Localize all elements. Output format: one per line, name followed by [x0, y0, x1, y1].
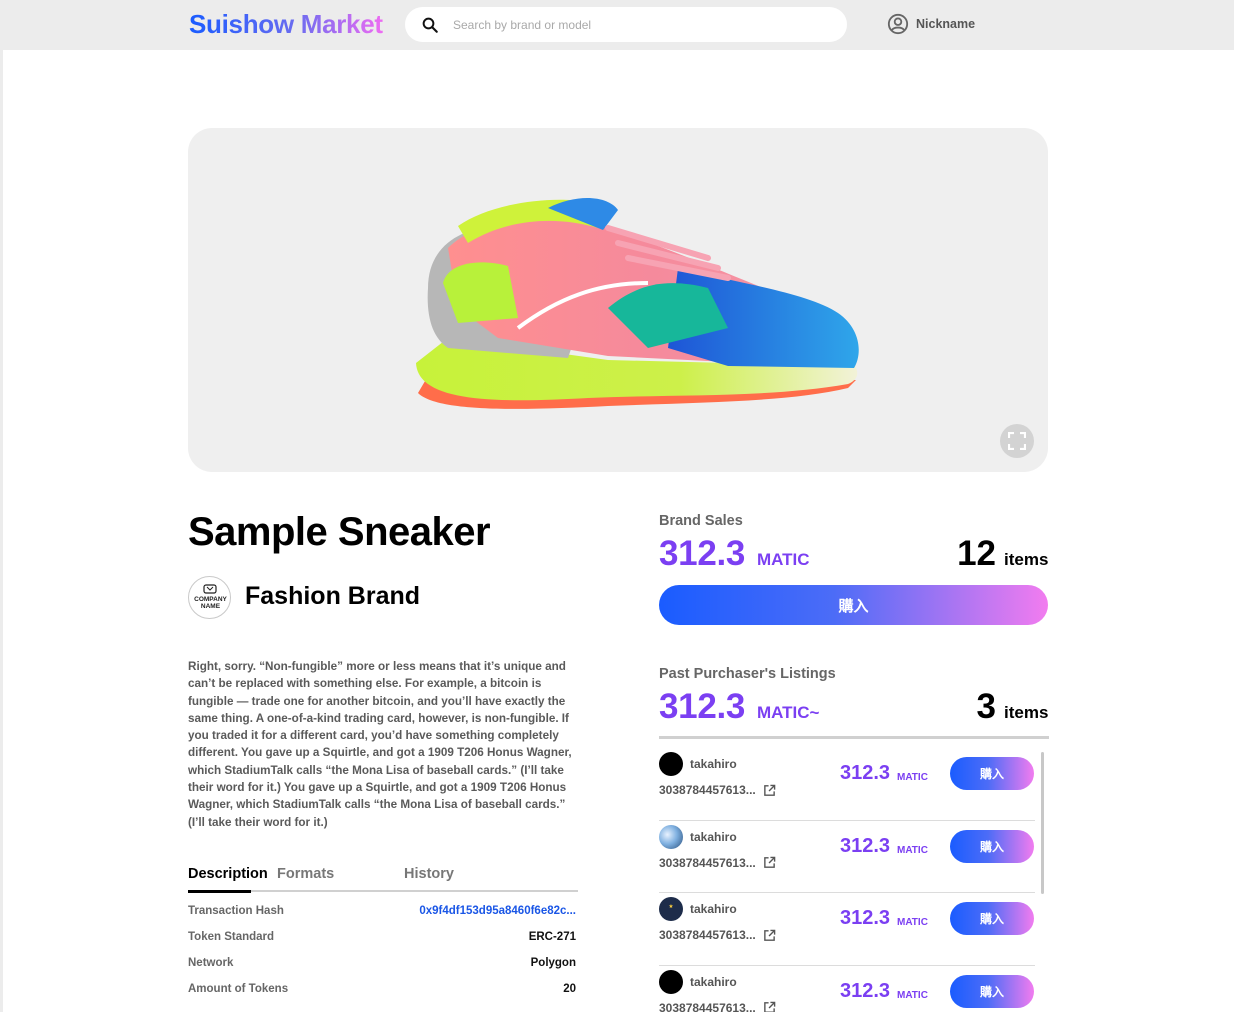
page-left-border [0, 50, 3, 1012]
brand-name[interactable]: Fashion Brand [245, 582, 420, 611]
listing-unit: MATIC [897, 917, 928, 928]
external-link-icon[interactable] [763, 929, 776, 942]
detail-label: Token Standard [188, 931, 275, 943]
product-description: Right, sorry. “Non-fungible” more or les… [188, 660, 572, 829]
listing-price: 312.3 [840, 979, 891, 1002]
avatar-mark: ★ [668, 904, 674, 910]
past-listings-price: 312.3 [659, 687, 746, 726]
detail-value: ERC-271 [528, 931, 576, 943]
user-menu[interactable]: Nickname [887, 13, 975, 35]
user-avatar[interactable]: ★ [659, 897, 683, 921]
listing-username[interactable]: takahiro [690, 975, 737, 989]
listings-scrollbar[interactable] [1041, 752, 1044, 894]
listing-address: 3038784457613... [659, 856, 776, 870]
external-link-icon[interactable] [763, 1001, 776, 1012]
detail-label: Network [188, 957, 234, 969]
brand-sales-unit: MATIC [757, 550, 810, 569]
listing-unit: MATIC [897, 989, 928, 1001]
past-listings-label: Past Purchaser's Listings [659, 666, 836, 682]
detail-row: Token Standard ERC-271 [188, 928, 578, 954]
external-link-icon[interactable] [763, 856, 776, 869]
listing-row: takahiro 3038784457613... 312.3 MATIC 購入 [659, 821, 1035, 893]
listings-list[interactable]: takahiro 3038784457613... 312.3 MATIC 購入… [659, 748, 1035, 1012]
listing-username[interactable]: takahiro [690, 757, 737, 771]
brand-sales-count: 12 [957, 534, 996, 573]
listing-address: 3038784457613... [659, 928, 776, 942]
section-divider [659, 736, 1049, 739]
past-listings-count: 3 [976, 687, 996, 726]
tab-formats[interactable]: Formats [277, 866, 334, 882]
product-title: Sample Sneaker [188, 510, 491, 554]
listing-username[interactable]: takahiro [690, 830, 737, 844]
user-avatar[interactable] [659, 824, 683, 849]
brand-sales-price: 312.3 [659, 534, 746, 573]
site-logo[interactable]: Suishow Market [189, 9, 383, 40]
detail-label: Amount of Tokens [188, 983, 289, 995]
user-nickname: Nickname [916, 17, 976, 31]
listing-address: 3038784457613... [659, 1001, 776, 1012]
brand-sales-label: Brand Sales [659, 513, 743, 529]
product-image-panel [188, 128, 1048, 472]
user-circle-icon [887, 13, 909, 35]
top-bar: Suishow Market Nickname [0, 0, 1234, 50]
address-text: 3038784457613... [659, 855, 756, 870]
brand-logo-line2: NAME [200, 603, 221, 610]
detail-row: Network Polygon [188, 954, 578, 980]
address-text: 3038784457613... [659, 1000, 756, 1012]
detail-tabs: Description Formats History [188, 866, 578, 893]
listing-username[interactable]: takahiro [690, 902, 737, 916]
tab-description[interactable]: Description [188, 866, 268, 893]
expand-icon [1008, 432, 1026, 450]
search-bar[interactable] [405, 7, 847, 42]
buy-button[interactable]: 購入 [659, 585, 1048, 625]
brand-logo-text: COMPANY NAME [189, 596, 230, 610]
listing-row: takahiro 3038784457613... 312.3 MATIC 購入 [659, 748, 1035, 821]
listing-unit: MATIC [897, 772, 928, 783]
listing-buy-button[interactable]: 購入 [950, 829, 1034, 863]
address-text: 3038784457613... [659, 783, 756, 797]
company-logo-icon [203, 584, 217, 594]
sneaker-image [416, 198, 859, 409]
detail-value: 20 [563, 983, 576, 995]
detail-row: Amount of Tokens 20 [188, 980, 578, 1006]
token-details: Transaction Hash 0x9f4df153d95a8460f6e82… [188, 902, 578, 1006]
fullscreen-button[interactable] [1000, 424, 1034, 458]
listing-buy-button[interactable]: 購入 [950, 757, 1034, 790]
listing-row: ★ takahiro 3038784457613... 312.3 MATIC … [659, 893, 1035, 966]
brand-logo-line1: COMPANY [194, 596, 227, 603]
user-avatar[interactable] [659, 969, 683, 994]
brand-sales-items-label: items [1004, 550, 1049, 569]
search-input[interactable] [453, 7, 833, 42]
past-listings-unit: MATIC~ [757, 703, 820, 722]
transaction-hash-link[interactable]: 0x9f4df153d95a8460f6e82c... [419, 905, 576, 917]
user-avatar[interactable] [659, 752, 683, 776]
listing-price: 312.3 [840, 907, 891, 929]
listing-price: 312.3 [840, 762, 891, 784]
tab-history[interactable]: History [404, 866, 454, 882]
listing-buy-button[interactable]: 購入 [950, 974, 1034, 1008]
detail-label: Transaction Hash [188, 905, 284, 917]
search-icon [422, 17, 438, 33]
listing-price: 312.3 [840, 834, 891, 857]
past-listings-items-label: items [1004, 703, 1049, 722]
listing-row: takahiro 3038784457613... 312.3 MATIC 購入 [659, 966, 1035, 1012]
address-text: 3038784457613... [659, 928, 756, 942]
detail-value: Polygon [530, 957, 576, 969]
listing-buy-button[interactable]: 購入 [950, 902, 1034, 935]
external-link-icon[interactable] [763, 784, 776, 797]
brand-avatar[interactable]: COMPANY NAME [188, 576, 231, 619]
detail-row: Transaction Hash 0x9f4df153d95a8460f6e82… [188, 902, 578, 928]
listing-address: 3038784457613... [659, 783, 776, 797]
listing-unit: MATIC [897, 844, 928, 856]
